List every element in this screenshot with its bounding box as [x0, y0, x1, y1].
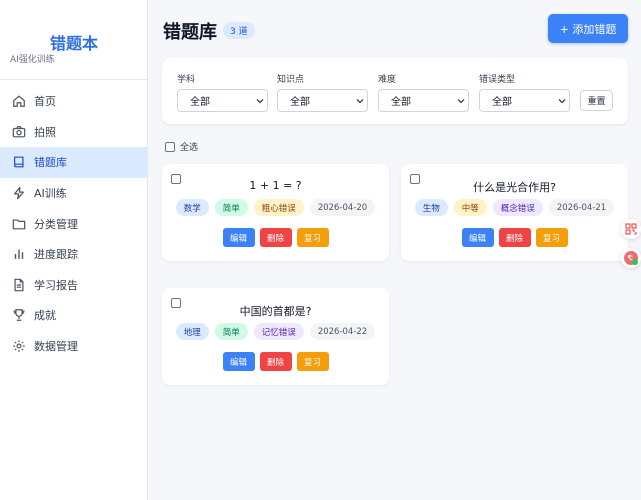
sidebar-item-label: 学习报告	[34, 278, 78, 292]
error-type-select[interactable]: 全部	[479, 89, 570, 112]
difficulty-tag: 中等	[453, 199, 487, 216]
delete-button[interactable]: 删除	[259, 228, 292, 247]
lightning-icon	[12, 186, 26, 200]
select-all-checkbox[interactable]	[165, 141, 175, 152]
sidebar-item-label: AI训练	[34, 187, 67, 201]
sidebar-item-categories[interactable]: 分类管理	[0, 208, 148, 239]
page-title: 错题库	[163, 22, 217, 43]
sidebar-item-home[interactable]: 首页	[0, 86, 148, 117]
home-icon	[12, 94, 26, 108]
sidebar-item-progress[interactable]: 进度跟踪	[0, 239, 148, 270]
chevron-down-icon	[353, 89, 367, 112]
sidebar-item-label: 进度跟踪	[34, 248, 78, 262]
difficulty-tag: 简单	[214, 323, 248, 340]
filter-subject: 学科 全部	[177, 72, 268, 112]
edit-button[interactable]: 编辑	[222, 228, 255, 247]
chevron-down-icon	[555, 89, 569, 112]
filter-panel: 学科 全部 知识点 全部 难度 全部 错误类型 全部 重置	[162, 58, 628, 124]
review-button[interactable]: 复习	[535, 228, 568, 247]
subject-select[interactable]: 全部	[177, 89, 268, 112]
review-button[interactable]: 复习	[296, 352, 329, 371]
translate-icon[interactable]	[621, 248, 641, 268]
select-all[interactable]: 全选	[165, 140, 198, 153]
question-title: 中国的首都是?	[239, 305, 312, 318]
subject-tag: 数学	[175, 199, 209, 216]
select-value: 全部	[391, 97, 411, 108]
card-actions: 编辑 删除 复习	[401, 228, 628, 247]
question-card: 中国的首都是? 地理 简单 记忆错误 2026-04-22 编辑 删除 复习	[162, 288, 389, 385]
app-title: 错题本	[49, 34, 98, 53]
sidebar-nav: 首页 拍照 错题库 AI训练 分类管理 进度跟踪 学习报告 成就 数据管理	[0, 86, 148, 361]
filter-knowledge: 知识点 全部	[277, 72, 368, 112]
difficulty-tag: 简单	[214, 199, 248, 216]
select-all-label: 全选	[180, 143, 199, 153]
date-tag: 2026-04-21	[548, 199, 615, 216]
question-title: 什么是光合作用?	[473, 181, 556, 194]
qr-code-icon[interactable]	[621, 219, 641, 239]
error-type-tag: 粗心错误	[253, 199, 304, 216]
sidebar-item-label: 分类管理	[34, 217, 78, 231]
review-button[interactable]: 复习	[296, 228, 329, 247]
filter-error-type: 错误类型 全部	[479, 72, 570, 112]
sidebar-item-ai-training[interactable]: AI训练	[0, 178, 148, 209]
subject-tag: 生物	[414, 199, 448, 216]
reset-button[interactable]: 重置	[580, 90, 613, 111]
sidebar-item-question-bank[interactable]: 错题库	[0, 147, 148, 178]
chevron-down-icon	[253, 89, 267, 112]
edit-button[interactable]: 编辑	[461, 228, 494, 247]
filter-label: 难度	[378, 75, 397, 85]
document-icon	[12, 278, 26, 292]
chevron-down-icon	[454, 89, 468, 112]
error-type-tag: 记忆错误	[253, 323, 304, 340]
filter-label: 学科	[177, 75, 196, 85]
trophy-icon	[12, 308, 26, 322]
question-card: 什么是光合作用? 生物 中等 概念错误 2026-04-21 编辑 删除 复习	[401, 164, 628, 261]
sidebar-item-data-management[interactable]: 数据管理	[0, 331, 148, 362]
error-type-tag: 概念错误	[492, 199, 543, 216]
delete-button[interactable]: 删除	[259, 352, 292, 371]
count-badge: 3 道	[223, 22, 255, 39]
sidebar-item-label: 错题库	[34, 156, 67, 170]
sidebar-item-camera[interactable]: 拍照	[0, 117, 148, 148]
gear-icon	[12, 339, 26, 353]
folder-icon	[12, 217, 26, 231]
filter-label: 错误类型	[479, 75, 516, 85]
filter-difficulty: 难度 全部	[378, 72, 469, 112]
sidebar-item-label: 成就	[34, 309, 56, 323]
date-tag: 2026-04-20	[309, 199, 376, 216]
question-card: 1 + 1 = ? 数学 简单 粗心错误 2026-04-20 编辑 删除 复习	[162, 164, 389, 261]
app-subtitle: AI强化训练	[10, 55, 55, 65]
filter-label: 知识点	[277, 75, 305, 85]
sidebar-item-label: 首页	[34, 95, 56, 109]
sidebar-item-label: 数据管理	[34, 340, 78, 354]
question-title: 1 + 1 = ?	[249, 179, 302, 192]
tag-list: 数学 简单 粗心错误 2026-04-20	[162, 199, 389, 216]
bar-chart-icon	[12, 247, 26, 261]
delete-button[interactable]: 删除	[498, 228, 531, 247]
select-value: 全部	[290, 97, 310, 108]
select-value: 全部	[492, 97, 512, 108]
sidebar: 错题本 AI强化训练 首页 拍照 错题库 AI训练 分类管理 进度跟踪 学习报告…	[0, 0, 148, 500]
sidebar-item-label: 拍照	[34, 125, 56, 139]
subject-tag: 地理	[175, 323, 209, 340]
book-icon	[12, 155, 26, 169]
difficulty-select[interactable]: 全部	[378, 89, 469, 112]
tag-list: 地理 简单 记忆错误 2026-04-22	[162, 323, 389, 340]
knowledge-select[interactable]: 全部	[277, 89, 368, 112]
edit-button[interactable]: 编辑	[222, 352, 255, 371]
card-actions: 编辑 删除 复习	[162, 228, 389, 247]
add-question-button[interactable]: + 添加错题	[548, 14, 628, 43]
select-value: 全部	[190, 97, 210, 108]
date-tag: 2026-04-22	[309, 323, 376, 340]
sidebar-item-achievements[interactable]: 成就	[0, 300, 148, 331]
card-actions: 编辑 删除 复习	[162, 352, 389, 371]
main-content: 错题库 3 道 + 添加错题 学科 全部 知识点 全部 难度 全部 错误类型 全…	[148, 0, 641, 500]
camera-icon	[12, 125, 26, 139]
sidebar-item-report[interactable]: 学习报告	[0, 270, 148, 301]
tag-list: 生物 中等 概念错误 2026-04-21	[401, 199, 628, 216]
brand: 错题本 AI强化训练	[0, 0, 147, 80]
